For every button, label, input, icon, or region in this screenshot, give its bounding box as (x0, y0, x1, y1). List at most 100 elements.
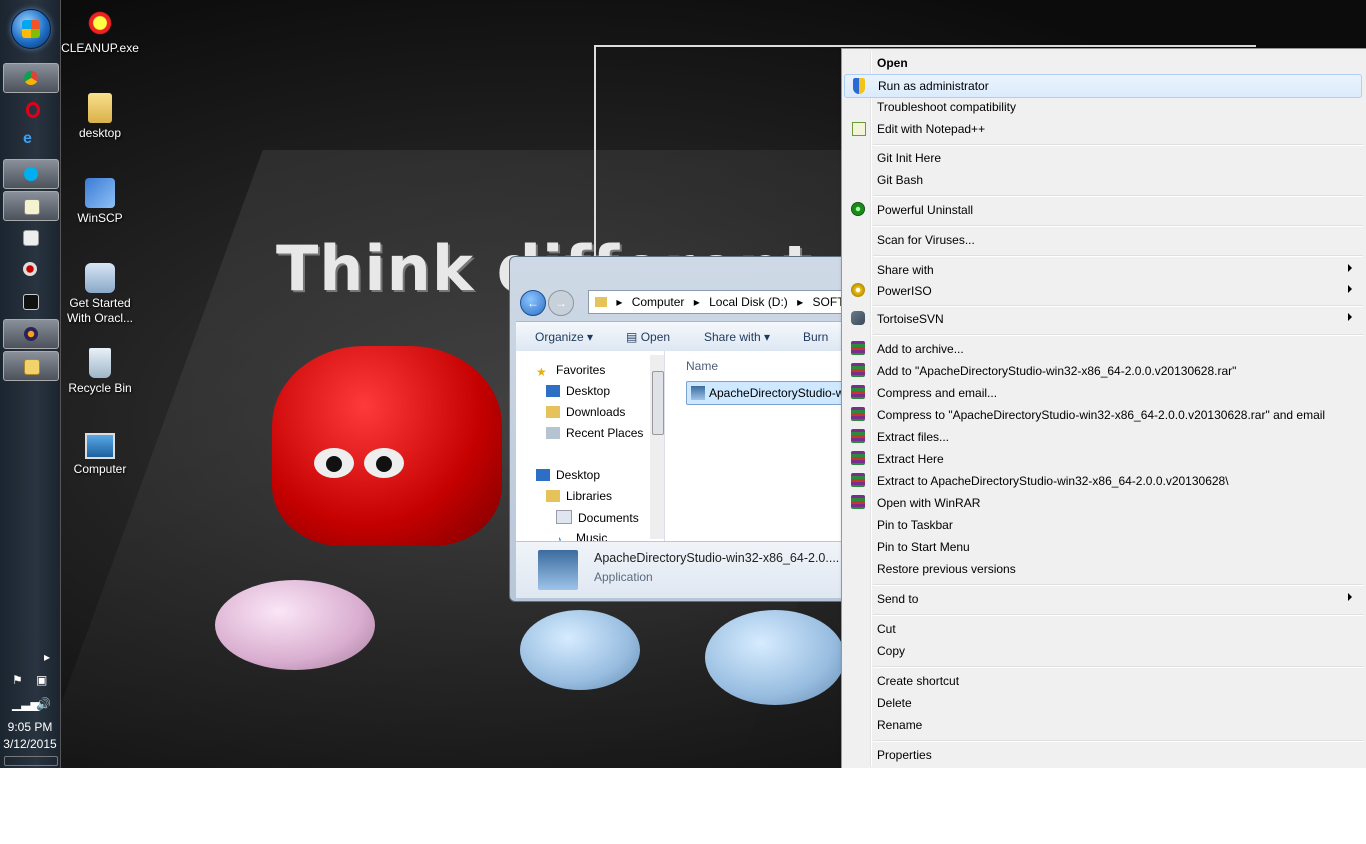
clock-time[interactable]: 9:05 PM (0, 720, 60, 734)
menu-item-send-to[interactable]: Send to (844, 588, 1362, 610)
menu-item-edit-notepadpp[interactable]: Edit with Notepad++ (844, 118, 1362, 140)
menu-item-rename[interactable]: Rename (844, 714, 1362, 736)
menu-item-delete[interactable]: Delete (844, 692, 1362, 714)
taskbar-ie[interactable]: e (3, 127, 57, 155)
show-hidden-icons-arrow-icon[interactable]: ▸ (44, 650, 50, 664)
breadcrumb-computer[interactable]: Computer (632, 295, 685, 309)
menu-item-run-as-administrator[interactable]: Run as administrator (844, 74, 1362, 98)
taskbar-cmd[interactable] (3, 287, 57, 315)
menu-item-compress-to-rar-and-email[interactable]: Compress to "ApacheDirectoryStudio-win32… (844, 404, 1362, 426)
open-button[interactable]: ▤ Open (626, 330, 670, 344)
taskbar-opera[interactable] (3, 95, 57, 123)
menu-item-compress-and-email[interactable]: Compress and email... (844, 382, 1362, 404)
desktop-icon-recycle-bin[interactable]: Recycle Bin (60, 348, 140, 395)
menu-label: Cut (877, 622, 896, 636)
menu-label: Git Init Here (877, 151, 942, 165)
menu-item-share-with[interactable]: Share with (844, 259, 1362, 281)
menu-item-cut[interactable]: Cut (844, 618, 1362, 640)
nav-downloads[interactable]: Downloads (546, 405, 625, 419)
winrar-icon (851, 385, 865, 399)
burn-button[interactable]: Burn (803, 330, 828, 344)
menu-item-restore-previous-versions[interactable]: Restore previous versions (844, 558, 1362, 580)
taskbar-recorder[interactable] (3, 255, 57, 283)
clock-date[interactable]: 3/12/2015 (0, 737, 60, 751)
menu-item-git-init-here[interactable]: Git Init Here (844, 147, 1362, 169)
desktop-icon-computer[interactable]: Computer (60, 433, 140, 476)
explorer-panes: ★ Favorites Desktop Downloads Recent Plac… (516, 351, 858, 541)
winrar-icon (851, 407, 865, 421)
start-button[interactable] (11, 9, 51, 49)
folder-icon (595, 297, 607, 307)
internet-explorer-icon: e (23, 130, 32, 147)
desktop-icon-desktop-folder[interactable]: desktop (60, 93, 140, 140)
nav-desktop-favorite[interactable]: Desktop (546, 384, 610, 398)
menu-item-scan-for-viruses[interactable]: Scan for Viruses... (844, 229, 1362, 251)
scrollbar-thumb[interactable] (652, 371, 664, 435)
desktop-icon-oracle[interactable]: Get Started With Oracl... (60, 263, 140, 326)
forward-button[interactable]: → (548, 290, 574, 316)
winrar-icon (851, 341, 865, 355)
menu-item-add-to-archive[interactable]: Add to archive... (844, 338, 1362, 360)
column-header-name[interactable]: Name (686, 359, 718, 373)
open-icon: ▤ (626, 330, 638, 344)
menu-item-pin-to-taskbar[interactable]: Pin to Taskbar (844, 514, 1362, 536)
menu-item-git-bash[interactable]: Git Bash (844, 169, 1362, 191)
nav-libraries[interactable]: Libraries (546, 489, 612, 503)
desktop-icon-winscp[interactable]: WinSCP (60, 178, 140, 225)
desktop-screen: Think different e ▸ ⚑ ▣ ▁▃▅ 🔊 9:05 PM 3/… (0, 0, 1366, 768)
libraries-icon (546, 490, 560, 502)
taskbar-eclipse[interactable] (3, 319, 59, 349)
menu-item-copy[interactable]: Copy (844, 640, 1362, 662)
share-with-button[interactable]: Share with ▾ (704, 330, 770, 344)
menu-item-properties[interactable]: Properties (844, 744, 1362, 766)
menu-item-powerful-uninstall[interactable]: Powerful Uninstall (844, 199, 1362, 221)
winrar-icon (851, 473, 865, 487)
breadcrumb-local-disk[interactable]: Local Disk (D:) (709, 295, 788, 309)
menu-item-open-with-winrar[interactable]: Open with WinRAR (844, 492, 1362, 514)
address-bar[interactable]: ▸ Computer ▸ Local Disk (D:) ▸ SOFTW (588, 290, 852, 314)
taskbar-explorer[interactable] (3, 351, 59, 381)
desktop-icon-label: desktop (78, 126, 122, 140)
shield-icon (853, 78, 865, 94)
menu-separator (873, 740, 1363, 742)
menu-item-tortoisesvn[interactable]: TortoiseSVN (844, 308, 1362, 330)
menu-item-extract-files[interactable]: Extract files... (844, 426, 1362, 448)
nav-favorites[interactable]: ★ Favorites (536, 363, 606, 379)
back-button[interactable]: ← (520, 290, 546, 316)
power-plug-icon[interactable]: ▣ (36, 673, 47, 687)
menu-item-open[interactable]: Open (844, 52, 1362, 74)
menu-label: Powerful Uninstall (877, 203, 974, 217)
nav-label: Favorites (556, 363, 606, 377)
nav-desktop[interactable]: Desktop (536, 468, 600, 482)
taskbar-skype[interactable] (3, 159, 59, 189)
nav-music[interactable]: ♪ Music (556, 531, 607, 541)
menu-item-create-shortcut[interactable]: Create shortcut (844, 670, 1362, 692)
volume-icon[interactable]: 🔊 (36, 697, 51, 711)
action-center-flag-icon[interactable]: ⚑ (12, 673, 23, 687)
nav-label: Music (576, 531, 608, 541)
desktop-icon-cleanup[interactable]: CLEANUP.exe (60, 8, 140, 55)
menu-item-poweriso[interactable]: PowerISO (844, 280, 1362, 302)
record-icon (23, 262, 37, 276)
menu-item-add-to-rar[interactable]: Add to "ApacheDirectoryStudio-win32-x86_… (844, 360, 1362, 382)
selected-file-row[interactable]: ApacheDirectoryStudio-w (686, 381, 858, 405)
application-icon (691, 386, 705, 400)
breadcrumb-separator: ▸ (693, 295, 700, 309)
taskbar-chrome[interactable] (3, 63, 59, 93)
taskbar-window[interactable] (3, 223, 57, 251)
taskbar-notepad[interactable] (3, 191, 59, 221)
nav-scrollbar[interactable] (650, 355, 664, 539)
menu-item-pin-to-start-menu[interactable]: Pin to Start Menu (844, 536, 1362, 558)
computer-icon (85, 433, 115, 459)
menu-label: Pin to Start Menu (877, 540, 970, 554)
show-desktop-button[interactable] (4, 756, 58, 766)
nav-documents[interactable]: Documents (556, 510, 639, 525)
nav-label: Documents (578, 511, 639, 525)
menu-item-extract-to-folder[interactable]: Extract to ApacheDirectoryStudio-win32-x… (844, 470, 1362, 492)
menu-item-troubleshoot-compatibility[interactable]: Troubleshoot compatibility (844, 96, 1362, 118)
menu-label: Add to archive... (877, 342, 964, 356)
menu-item-extract-here[interactable]: Extract Here (844, 448, 1362, 470)
organize-button[interactable]: Organize ▾ (535, 330, 593, 344)
nav-recent-places[interactable]: Recent Places (546, 426, 643, 440)
desktop-icon (536, 469, 550, 481)
